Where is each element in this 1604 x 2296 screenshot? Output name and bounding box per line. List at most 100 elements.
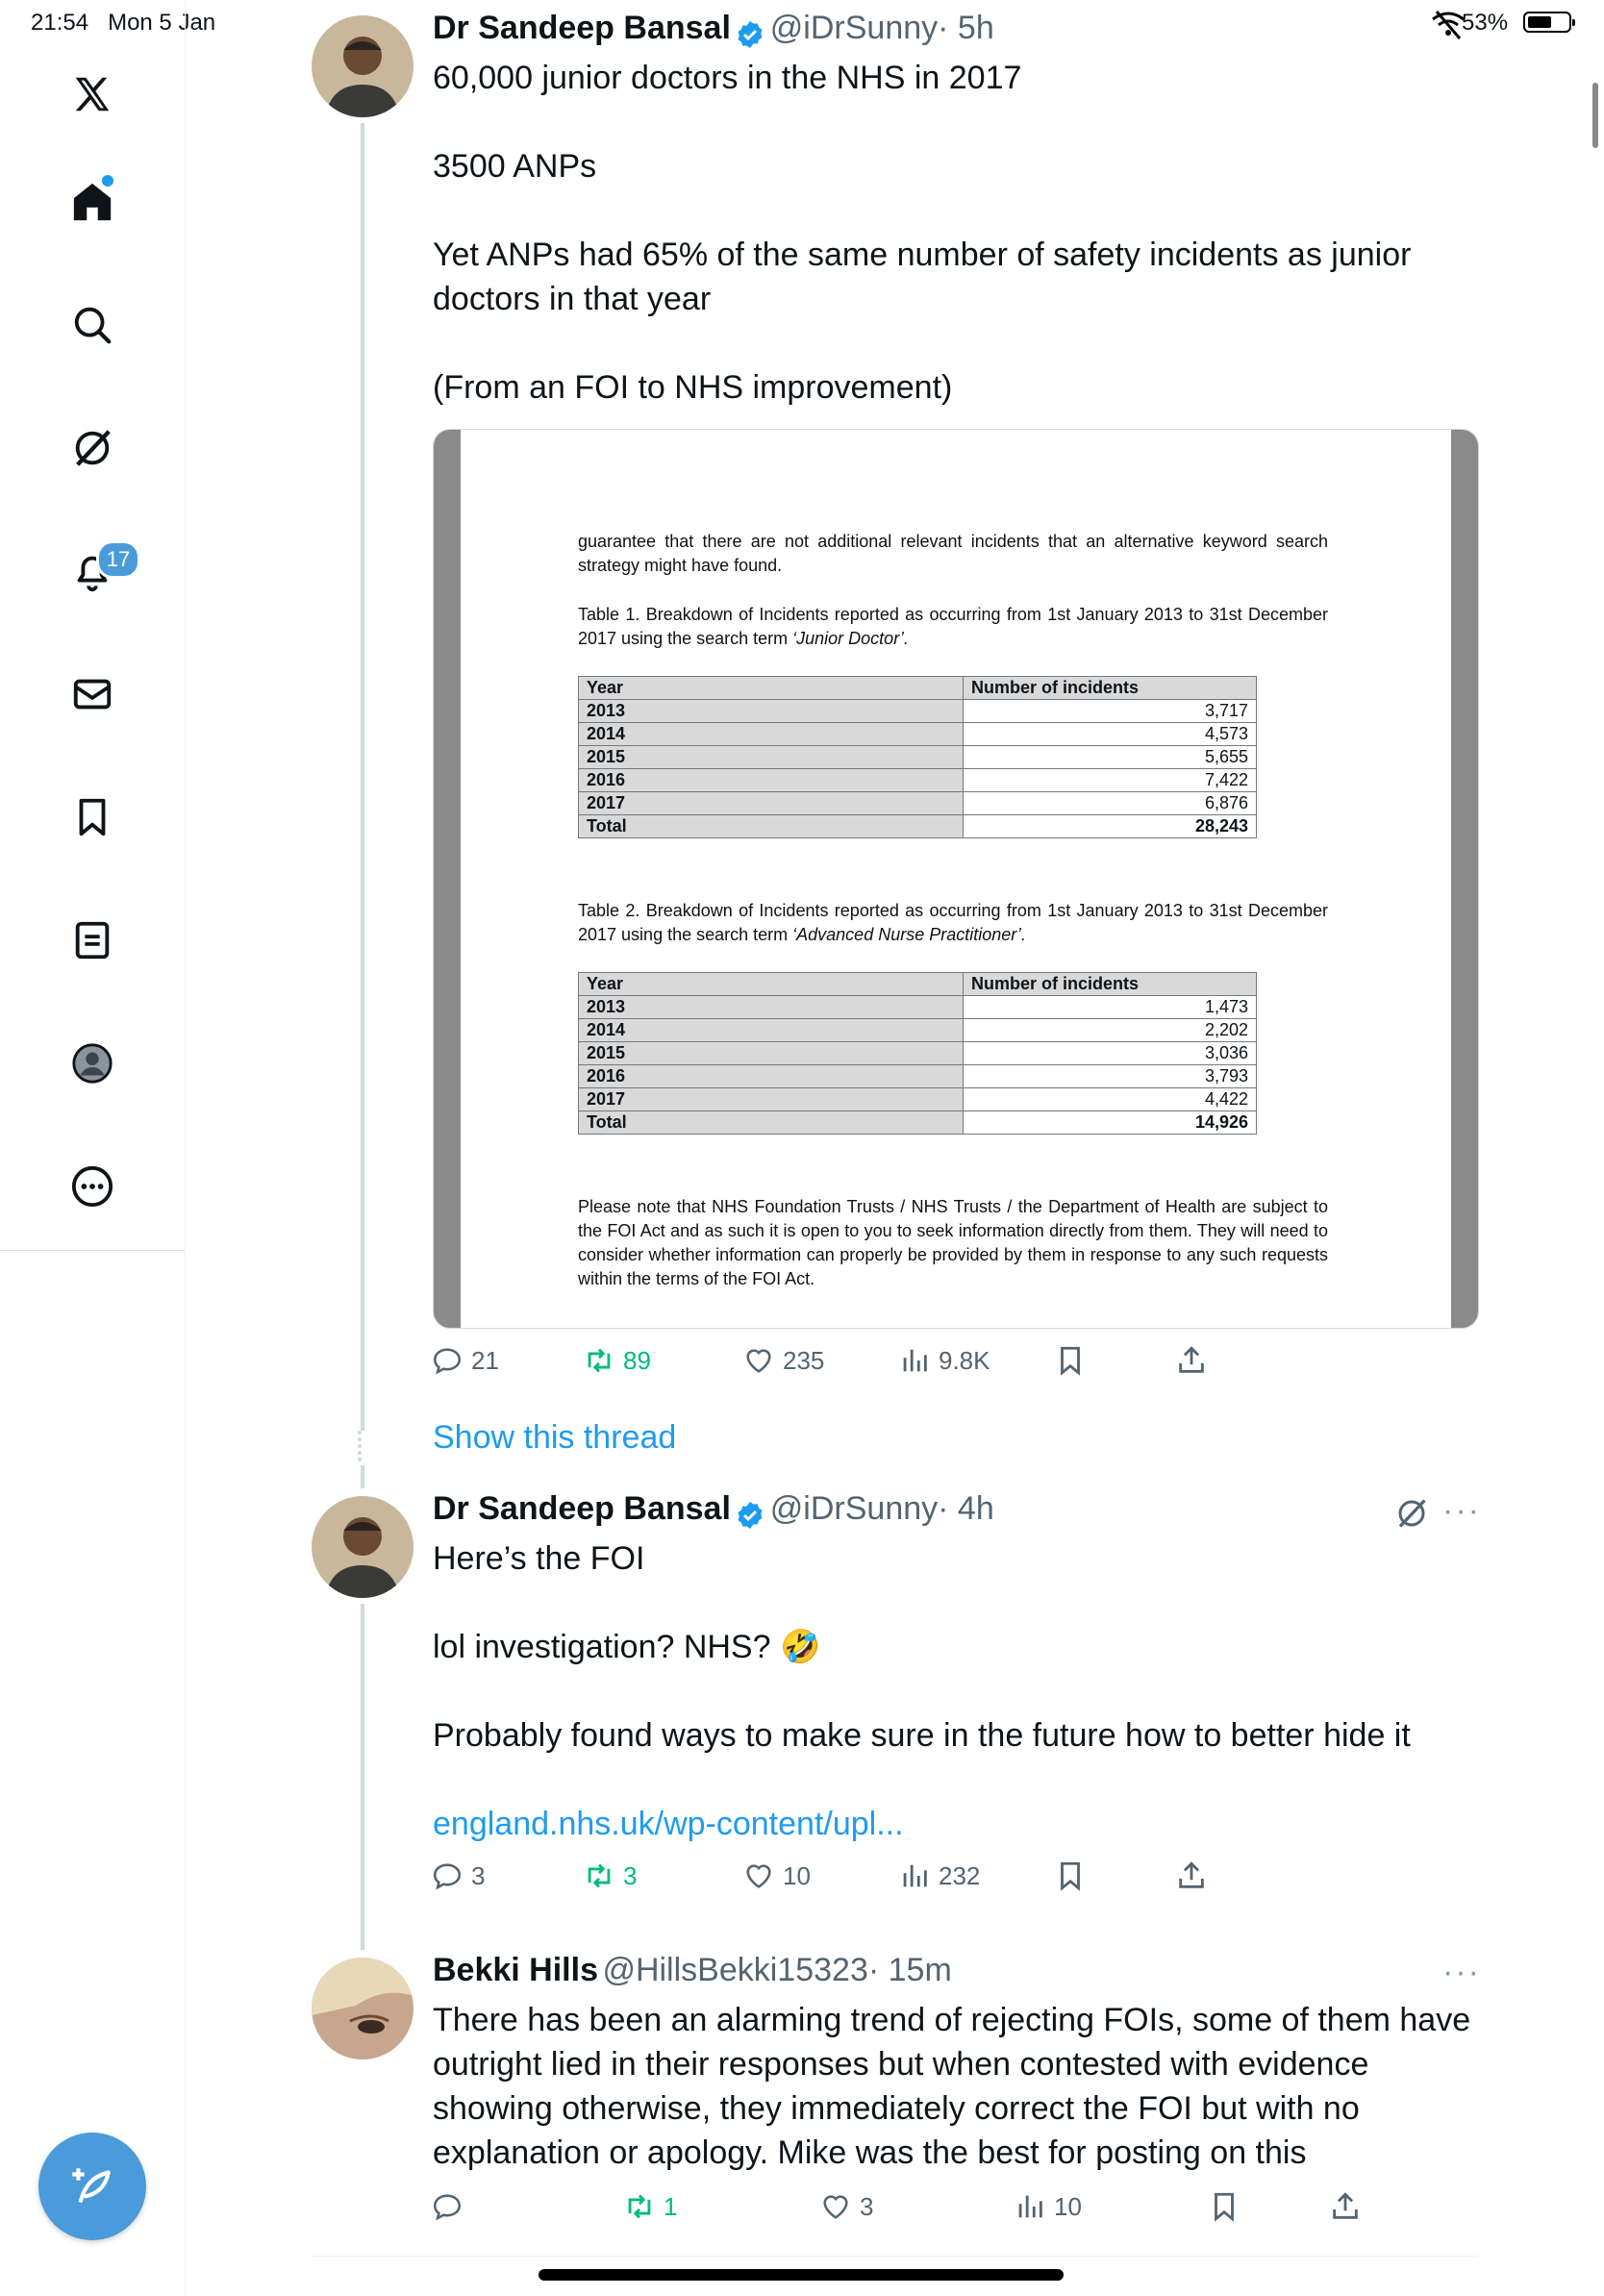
table1: Year Number of incidents 2013 3,717 2014 4,…: [578, 676, 1257, 838]
compose-button[interactable]: [38, 2133, 146, 2240]
tweet-more-icon[interactable]: ···: [1442, 1492, 1481, 1530]
heart-icon: [823, 2195, 848, 2219]
show-thread-link[interactable]: Show this thread: [433, 1419, 676, 1457]
reply-icon: [433, 2194, 462, 2221]
tweet-header: Dr Sandeep Bansal @iDrSunny· 5h: [433, 10, 994, 50]
search-icon[interactable]: [63, 296, 121, 354]
tweet-line: Yet ANPs had 65% of the same number of s…: [433, 237, 1412, 273]
bookmark-icon: [1061, 1346, 1080, 1376]
thread-line: [361, 123, 364, 1431]
bookmark-icon: [1215, 2192, 1234, 2222]
tweet-time: · 5h: [938, 10, 994, 46]
like-button[interactable]: 235: [742, 1344, 824, 1377]
scan-border-right: [1451, 430, 1478, 1328]
sidebar: 17: [0, 0, 186, 2296]
avatar[interactable]: [312, 1958, 414, 2059]
table2-caption: Table 2. Breakdown of Incidents reported…: [578, 901, 1328, 944]
author-name[interactable]: Bekki Hills: [433, 1952, 598, 1988]
bookmark-button[interactable]: [1054, 1859, 1087, 1892]
tweet-line: Here’s the FOI: [433, 1540, 645, 1577]
grok-icon[interactable]: [1394, 1496, 1429, 1531]
thread-line: [361, 1465, 364, 1488]
battery-icon: [1523, 12, 1575, 33]
views-button[interactable]: 10: [1014, 2190, 1082, 2223]
thread-line: [361, 1604, 364, 1950]
share-icon: [1333, 2192, 1358, 2219]
tweet-body: 60,000 junior doctors in the NHS in 2017…: [433, 56, 1491, 410]
home-indicator[interactable]: [539, 2269, 1064, 2281]
tweet-line: There has been an alarming trend of reje…: [433, 2002, 1471, 2038]
reply-icon: [433, 1863, 462, 1890]
avatar[interactable]: [312, 15, 414, 117]
document-note: Please note that NHS Foundation Trusts /…: [578, 1197, 1328, 1288]
views-icon: [1018, 2195, 1042, 2218]
tweet-actions: 3 3 10 232: [431, 1859, 1489, 1902]
share-button[interactable]: [1329, 2190, 1362, 2223]
tweet-divider: [312, 2256, 1477, 2257]
profile-icon[interactable]: [63, 1035, 121, 1092]
repost-icon: [628, 2194, 651, 2219]
tweet-line: (From an FOI to NHS improvement): [433, 369, 953, 406]
heart-icon: [746, 1349, 771, 1373]
author-handle[interactable]: @iDrSunny: [770, 10, 938, 46]
bookmark-button[interactable]: [1208, 2190, 1241, 2223]
compose-icon: [72, 2168, 111, 2204]
tweet-link[interactable]: england.nhs.uk/wp-content/upl...: [433, 1802, 1491, 1846]
heart-icon: [746, 1864, 771, 1888]
repost-button[interactable]: 3: [583, 1859, 637, 1892]
notifications-badge: 17: [96, 540, 140, 579]
grok-icon[interactable]: [63, 419, 121, 477]
avatar[interactable]: [312, 1496, 414, 1598]
tweet-header: Bekki Hills @HillsBekki15323· 15m: [433, 1952, 952, 1989]
document-intro: guarantee that there are not additional …: [578, 532, 1328, 575]
tweet-line: 3500 ANPs: [433, 148, 597, 185]
author-handle[interactable]: @HillsBekki15323: [602, 1952, 867, 1988]
table1-caption: Table 1. Breakdown of Incidents reported…: [578, 605, 1328, 648]
tweet-body: Here’s the FOI lol investigation? NHS? 🤣…: [433, 1536, 1491, 1846]
verified-icon: [738, 20, 763, 48]
views-icon: [903, 1864, 927, 1887]
scroll-indicator[interactable]: [1592, 83, 1598, 148]
tweet-time: · 15m: [867, 1952, 952, 1988]
reply-button[interactable]: [431, 2190, 471, 2223]
author-name[interactable]: Dr Sandeep Bansal: [433, 10, 731, 46]
tweet-line: Probably found ways to make sure in the …: [433, 1717, 1411, 1754]
attached-document-image[interactable]: guarantee that there are not additional …: [433, 429, 1479, 1329]
reply-button[interactable]: 21: [431, 1344, 499, 1377]
share-icon: [1179, 1861, 1204, 1888]
repost-icon: [588, 1348, 611, 1373]
tweet-time: · 4h: [938, 1490, 994, 1527]
tweet-line: outright lied in their responses but whe…: [433, 2046, 1369, 2083]
lists-icon[interactable]: [63, 911, 121, 969]
bookmark-button[interactable]: [1054, 1344, 1087, 1377]
views-button[interactable]: 232: [898, 1859, 980, 1892]
author-name[interactable]: Dr Sandeep Bansal: [433, 1490, 731, 1527]
bookmarks-icon[interactable]: [63, 788, 121, 846]
like-button[interactable]: 10: [742, 1859, 811, 1892]
author-handle[interactable]: @iDrSunny: [770, 1490, 938, 1527]
battery-percent: 53%: [1462, 10, 1509, 36]
thread-gap: [358, 1431, 371, 1461]
tweet-more-icon[interactable]: ···: [1442, 1954, 1481, 1991]
repost-button[interactable]: 89: [583, 1344, 651, 1377]
tweet-actions: 1 3 10: [431, 2190, 1489, 2233]
repost-button[interactable]: 1: [623, 2190, 677, 2223]
reply-button[interactable]: 3: [431, 1859, 485, 1892]
x-logo-icon[interactable]: [63, 65, 121, 123]
tweet-line: doctors in that year: [433, 281, 712, 317]
reply-icon: [433, 1348, 462, 1375]
views-button[interactable]: 9.8K: [898, 1344, 990, 1377]
like-button[interactable]: 3: [819, 2190, 873, 2223]
scan-border-left: [434, 430, 461, 1328]
tweet-line: explanation or apology. Mike was the bes…: [433, 2134, 1307, 2171]
share-button[interactable]: [1175, 1344, 1208, 1377]
messages-icon[interactable]: [63, 665, 121, 723]
tweet-line: lol investigation? NHS? 🤣: [433, 1629, 821, 1665]
home-unread-dot: [102, 175, 113, 187]
sidebar-divider: [0, 1250, 185, 1251]
share-button[interactable]: [1175, 1859, 1208, 1892]
more-icon[interactable]: [63, 1158, 121, 1215]
table2: Year Number of incidents 2013 1,473 2014 2,…: [578, 972, 1257, 1135]
views-icon: [903, 1349, 927, 1372]
tweet-line: 60,000 junior doctors in the NHS in 2017: [433, 60, 1022, 96]
